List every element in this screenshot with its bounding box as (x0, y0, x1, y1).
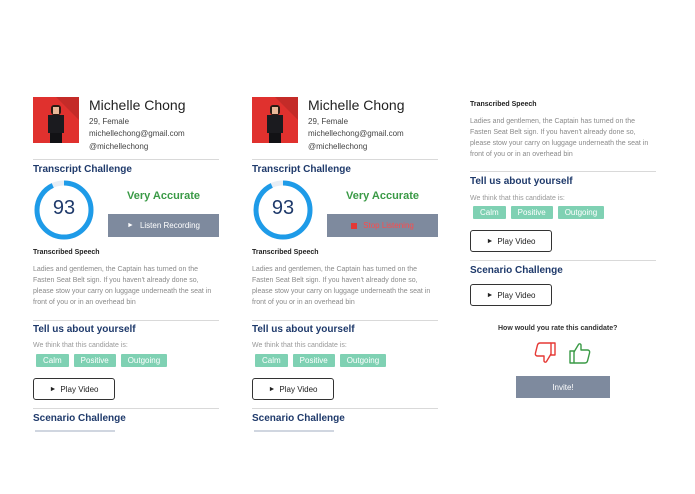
score-value: 93 (52, 197, 76, 219)
divider (470, 171, 656, 172)
divider (33, 320, 219, 321)
tag-outgoing: Outgoing (120, 354, 168, 367)
scenario-challenge-title: Scenario Challenge (33, 413, 126, 424)
transcribed-speech-text: Ladies and gentlemen, the Captain has tu… (252, 266, 431, 306)
tag-positive: Positive (292, 354, 335, 367)
profile-header: Michelle Chong 29, Female michellechong@… (33, 97, 243, 157)
candidate-handle: @michellechong (89, 142, 149, 151)
tag-outgoing: Outgoing (557, 206, 605, 219)
scenario-play-video-button[interactable]: ► Play Video (470, 284, 552, 306)
candidate-age-gender: 29, Female (308, 117, 349, 126)
candidate-handle: @michellechong (308, 142, 368, 151)
divider (252, 159, 438, 160)
play-icon: ► (486, 237, 494, 245)
tag-positive: Positive (510, 206, 553, 219)
transcript-challenge-title: Transcript Challenge (33, 164, 132, 175)
tag-calm: Calm (36, 354, 69, 367)
trait-tags: Calm Positive Outgoing (36, 354, 168, 367)
play-icon: ► (486, 291, 494, 299)
play-video-label: Play Video (60, 384, 99, 394)
trait-tags: Calm Positive Outgoing (255, 354, 387, 367)
tag-positive: Positive (73, 354, 116, 367)
rate-question: How would you rate this candidate? (498, 325, 618, 332)
about-title: Tell us about yourself (252, 324, 355, 335)
about-hint: We think that this candidate is: (252, 342, 347, 349)
play-video-label: Play Video (497, 236, 536, 246)
candidate-panel-3: Transcribed Speech Ladies and gentlemen,… (470, 0, 660, 494)
divider (252, 408, 438, 409)
play-video-label: Play Video (279, 384, 318, 394)
stop-icon (351, 222, 358, 229)
candidate-panel-1: Michelle Chong 29, Female michellechong@… (33, 0, 253, 494)
divider (252, 320, 438, 321)
candidate-panel-2: Michelle Chong 29, Female michellechong@… (252, 0, 472, 494)
tag-outgoing: Outgoing (339, 354, 387, 367)
listen-recording-label: Listen Recording (139, 221, 200, 230)
divider (33, 159, 219, 160)
transcribed-speech-text: Ladies and gentlemen, the Captain has tu… (33, 266, 212, 306)
invite-button[interactable]: Invite! (516, 376, 610, 398)
scenario-challenge-title: Scenario Challenge (470, 265, 563, 276)
about-play-video-button[interactable]: ► Play Video (33, 378, 115, 400)
thumbs-down-icon[interactable] (533, 341, 557, 365)
transcribed-speech-label: Transcribed Speech (252, 249, 319, 256)
avatar (252, 97, 298, 143)
trait-tags: Calm Positive Outgoing (473, 206, 605, 219)
transcribed-speech-label: Transcribed Speech (33, 249, 100, 256)
transcript-challenge-title: Transcript Challenge (252, 164, 351, 175)
accuracy-label: Very Accurate (127, 190, 200, 202)
play-video-label: Play Video (497, 290, 536, 300)
about-hint: We think that this candidate is: (470, 195, 565, 202)
about-play-video-button[interactable]: ► Play Video (470, 230, 552, 252)
about-hint: We think that this candidate is: (33, 342, 128, 349)
about-title: Tell us about yourself (33, 324, 136, 335)
candidate-name: Michelle Chong (308, 97, 405, 113)
candidate-email: michellechong@gmail.com (308, 129, 404, 138)
listen-recording-button[interactable]: ► Listen Recording (108, 214, 219, 237)
score-value: 93 (271, 197, 295, 219)
avatar (33, 97, 79, 143)
tag-calm: Calm (255, 354, 288, 367)
play-icon: ► (49, 385, 57, 393)
accuracy-label: Very Accurate (346, 190, 419, 202)
transcribed-speech-text: Ladies and gentlemen, the Captain has tu… (470, 118, 649, 158)
scenario-challenge-title: Scenario Challenge (252, 413, 345, 424)
scenario-play-video-button-partial[interactable] (254, 430, 334, 432)
divider (33, 408, 219, 409)
play-icon: ► (268, 385, 276, 393)
play-icon: ► (127, 222, 134, 229)
divider (470, 260, 656, 261)
candidate-email: michellechong@gmail.com (89, 129, 185, 138)
candidate-name: Michelle Chong (89, 97, 186, 113)
thumbs-up-icon[interactable] (568, 341, 592, 365)
about-play-video-button[interactable]: ► Play Video (252, 378, 334, 400)
stop-listening-label: Stop Listening (363, 221, 414, 230)
profile-header: Michelle Chong 29, Female michellechong@… (252, 97, 462, 157)
tag-calm: Calm (473, 206, 506, 219)
transcribed-speech-label: Transcribed Speech (470, 101, 537, 108)
scenario-play-video-button-partial[interactable] (35, 430, 115, 432)
stop-listening-button[interactable]: Stop Listening (327, 214, 438, 237)
about-title: Tell us about yourself (470, 176, 573, 187)
candidate-age-gender: 29, Female (89, 117, 130, 126)
